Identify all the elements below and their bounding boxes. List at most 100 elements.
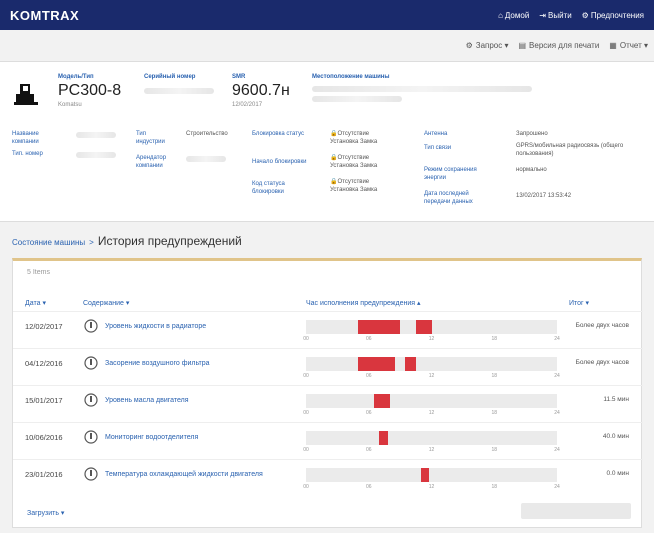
col-dur-header[interactable]: Итог ▾ [569, 299, 589, 307]
lock-start-label: Начало блокировки [252, 159, 307, 165]
tick-label: 12 [428, 484, 435, 490]
tick-label: 06 [365, 336, 372, 342]
construction-text: Строительство [186, 131, 228, 137]
preferences-link[interactable]: ⚙ Предпочтения [582, 11, 644, 20]
lock-status-3b: Установка Замка [330, 187, 378, 193]
water-separator-icon [84, 430, 98, 444]
lock-status-1: 🔒Отсутствие [330, 131, 370, 137]
row-duration: Более двух часов [575, 322, 629, 329]
tick-label: 24 [554, 410, 560, 416]
tenant-redacted [186, 156, 226, 162]
page-title: История предупреждений [97, 234, 242, 248]
warning-bar [358, 320, 401, 334]
machine-info: Модель/Тип PC300-8 Komatsu Серийный номе… [0, 62, 654, 222]
logout-link[interactable]: ⇥ Выйти [539, 11, 571, 20]
report-icon: ▦ [609, 41, 617, 50]
table-row: 04/12/2016 Засорение воздушного фильтра 00… [13, 348, 643, 384]
lock-status-label: Блокировка статус [252, 131, 305, 137]
row-description[interactable]: Мониторинг водоотделителя [105, 433, 295, 442]
radiator-level-icon [84, 319, 98, 333]
tick-label: 06 [365, 484, 372, 490]
load-more-link[interactable]: Загрузить ▾ [27, 509, 64, 517]
row-ticks: 00 06 12 18 24 [303, 336, 560, 344]
type-number-redacted [76, 152, 116, 158]
home-icon: ⌂ [498, 10, 503, 20]
tick-label: 00 [303, 336, 309, 342]
print-version-button[interactable]: ▤ Версия для печати [518, 41, 599, 50]
coolant-temp-icon [84, 467, 98, 481]
smr-date: 12/02/2017 [232, 102, 263, 108]
tick-label: 18 [491, 410, 498, 416]
model-label: Модель/Тип [58, 74, 94, 80]
last-transmission-label: Дата последней передачи данных [424, 191, 473, 205]
tick-label: 18 [491, 373, 498, 379]
breadcrumb-separator: > [89, 238, 94, 247]
lock-status-1b: Установка Замка [330, 139, 378, 145]
row-ticks: 00 06 12 18 24 [303, 484, 560, 492]
tick-label: 00 [303, 447, 309, 453]
request-menu[interactable]: ⚙ Запрос ▾ [466, 41, 509, 50]
table-row: 10/06/2016 Мониторинг водоотделителя 00 06 1… [13, 422, 643, 458]
komtrax-logo: KOMTRAX [10, 7, 80, 23]
tick-label: 24 [554, 373, 560, 379]
home-link[interactable]: ⌂ Домой [498, 11, 529, 20]
smr-value: 9600.7н [232, 82, 290, 99]
warning-bar [373, 394, 390, 408]
row-duration: Более двух часов [575, 359, 629, 366]
row-timeline [306, 468, 557, 482]
tick-label: 06 [365, 447, 372, 453]
disabled-button[interactable] [521, 503, 631, 519]
row-date: 12/02/2017 [25, 322, 63, 331]
row-description[interactable]: Засорение воздушного фильтра [105, 359, 295, 368]
row-date: 23/01/2016 [25, 470, 63, 479]
smr-label: SMR [232, 74, 246, 80]
col-date-header[interactable]: Дата ▾ [25, 299, 46, 307]
lock-status-2b: Установка Замка [330, 163, 378, 169]
top-nav: ⌂ Домой ⇥ Выйти ⚙ Предпочтения [498, 11, 644, 20]
breadcrumb-machine-status[interactable]: Состояние машины [12, 238, 85, 247]
company-name-label: Название компании [12, 131, 39, 145]
tick-label: 00 [303, 373, 309, 379]
tick-label: 18 [491, 484, 498, 490]
breadcrumb: Состояние машины > История предупреждени… [12, 234, 242, 248]
comm-type-label: Тип связи [424, 145, 452, 151]
row-ticks: 00 06 12 18 24 [303, 373, 560, 381]
row-date: 15/01/2017 [25, 396, 63, 405]
power-mode-label: Режим сохранения энергии [424, 167, 477, 181]
serial-label: Серийный номер [144, 74, 196, 80]
tick-label: 18 [491, 336, 498, 342]
report-menu[interactable]: ▦ Отчет ▾ [609, 41, 648, 50]
logout-icon: ⇥ [539, 10, 546, 20]
power-mode-value: нормально [516, 167, 547, 173]
warning-bar [379, 431, 388, 445]
location-label: Местоположение машины [312, 74, 390, 80]
table-row: 23/01/2016 Температура охлаждающей жидкос… [13, 459, 643, 495]
row-description[interactable]: Температура охлаждающей жидкости двигате… [105, 470, 295, 479]
tick-label: 24 [554, 447, 560, 453]
items-count: 5 Items [27, 269, 50, 276]
toolbar: ⚙ Запрос ▾ ▤ Версия для печати ▦ Отчет ▾ [0, 30, 654, 62]
tick-label: 06 [365, 410, 372, 416]
col-time-header[interactable]: Час исполнения предупреждения ▴ [306, 299, 421, 307]
row-timeline [306, 394, 557, 408]
warning-bar [358, 357, 395, 371]
air-filter-icon [84, 356, 98, 370]
company-name-redacted [76, 132, 116, 138]
antenna-value: Запрошено [516, 131, 548, 137]
antenna-label: Антенна [424, 131, 448, 137]
warning-bar [415, 320, 432, 334]
row-duration: 11.5 мин [603, 396, 629, 403]
gears-icon: ⚙ [465, 41, 473, 50]
tick-label: 18 [491, 447, 498, 453]
row-date: 10/06/2016 [25, 433, 63, 442]
tick-label: 06 [365, 373, 372, 379]
row-description[interactable]: Уровень жидкости в радиаторе [105, 322, 295, 331]
col-desc-header[interactable]: Содержание ▾ [83, 299, 129, 307]
tick-label: 00 [303, 410, 309, 416]
excavator-icon [14, 84, 38, 105]
row-description[interactable]: Уровень масла двигателя [105, 396, 295, 405]
industry-type-label: Тип индустрии [136, 131, 165, 145]
tick-label: 24 [554, 484, 560, 490]
top-bar: KOMTRAX ⌂ Домой ⇥ Выйти ⚙ Предпочтения [0, 0, 654, 30]
tick-label: 12 [428, 336, 435, 342]
